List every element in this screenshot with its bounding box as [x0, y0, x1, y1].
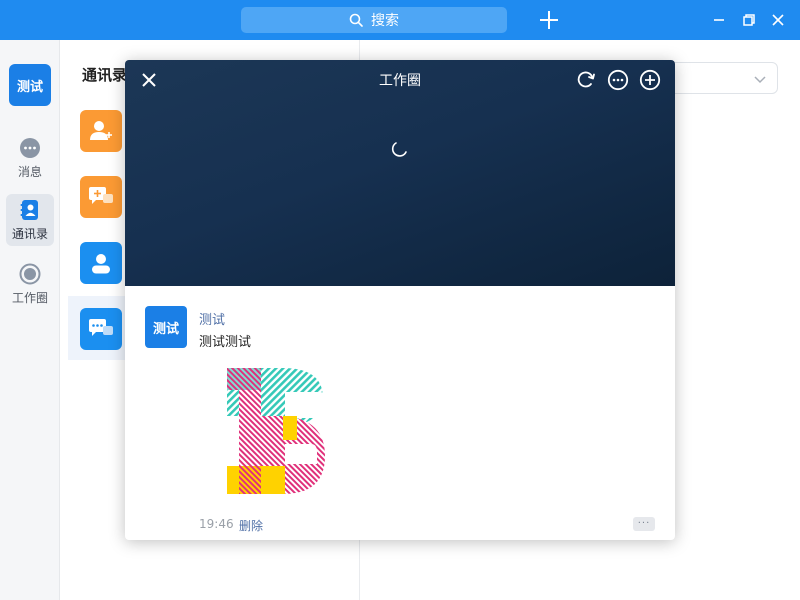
user-avatar[interactable]: 测试 [9, 64, 51, 106]
message-icon[interactable] [607, 69, 629, 91]
search-icon [349, 13, 363, 27]
chat-bubble-icon [19, 137, 41, 159]
nav-item-label: 消息 [17, 164, 42, 179]
contacts-title: 通讯录 [82, 66, 128, 84]
add-post-icon[interactable] [639, 69, 661, 91]
nav-item-contacts[interactable]: 通讯录 [6, 194, 54, 246]
minimize-icon[interactable] [709, 10, 729, 30]
nav-item-label: 工作圈 [11, 290, 48, 305]
group-chat-icon [80, 308, 122, 350]
add-friend-icon [80, 110, 122, 152]
title-bar: 搜索 [0, 0, 800, 40]
nav-item-label: 通讯录 [11, 226, 48, 241]
post-author-name[interactable]: 测试 [199, 309, 225, 328]
user-icon [80, 242, 122, 284]
loading-spinner-icon [391, 140, 409, 158]
post-content: 测试测试 [199, 335, 252, 350]
group-chat-add-icon [80, 176, 122, 218]
refresh-icon[interactable] [575, 69, 597, 91]
search-label: 搜索 [371, 13, 399, 29]
nav-item-work-circle[interactable]: 工作圈 [6, 258, 54, 310]
add-icon[interactable] [537, 8, 561, 32]
work-circle-icon [19, 263, 41, 285]
nav-item-messages[interactable]: 消息 [6, 132, 54, 184]
close-window-icon[interactable] [768, 10, 788, 30]
filter-dropdown[interactable] [660, 62, 778, 94]
delete-post-link[interactable]: 删除 [239, 517, 263, 534]
more-options-icon[interactable]: ··· [633, 517, 655, 531]
post-author-avatar[interactable]: 测试 [145, 306, 187, 348]
contacts-book-icon [19, 199, 41, 221]
work-circle-dialog: 工作圈 测试 测试 测试测试 19:46 删除 ··· [125, 60, 675, 540]
post-timestamp: 19:46 [199, 517, 234, 531]
cover-banner: 工作圈 [125, 60, 675, 286]
chevron-down-icon [753, 71, 767, 85]
search-box[interactable]: 搜索 [241, 7, 507, 33]
post-image[interactable] [225, 368, 330, 498]
restore-icon[interactable] [739, 10, 759, 30]
left-nav: 测试 消息 通讯录 工作圈 [0, 40, 60, 600]
